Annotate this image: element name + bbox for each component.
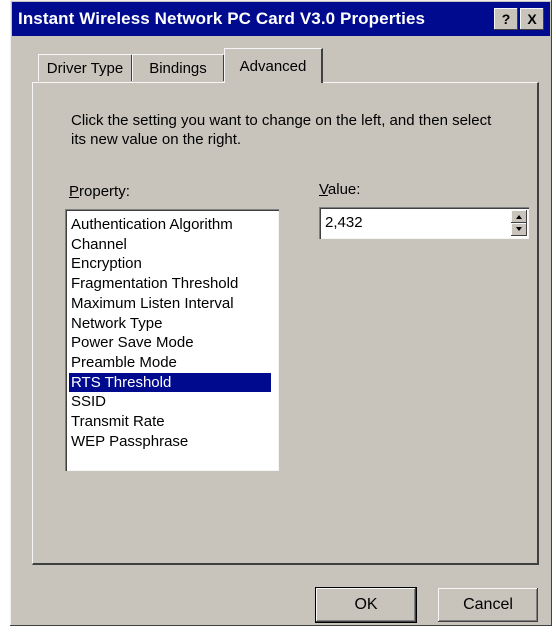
property-list-item[interactable]: Preamble Mode	[71, 353, 177, 372]
tab-bindings[interactable]: Bindings	[132, 54, 225, 81]
cancel-button[interactable]: Cancel	[438, 588, 538, 622]
help-button[interactable]: ?	[494, 8, 518, 30]
value-text: 2,432	[325, 214, 363, 231]
property-list-item[interactable]: WEP Passphrase	[71, 432, 188, 451]
tab-driver-type[interactable]: Driver Type	[38, 54, 133, 81]
property-label-rest: roperty:	[79, 183, 130, 200]
property-list-item[interactable]: Channel	[71, 235, 127, 254]
properties-dialog: Instant Wireless Network PC Card V3.0 Pr…	[10, 0, 552, 626]
value-label: Value:	[319, 181, 361, 198]
property-list-item[interactable]: Fragmentation Threshold	[71, 274, 238, 293]
arrow-down-icon	[516, 227, 522, 231]
close-button[interactable]: X	[520, 8, 544, 30]
property-label: Property:	[69, 183, 130, 200]
spin-up-button[interactable]	[511, 210, 527, 223]
value-spinner[interactable]	[511, 210, 527, 236]
property-listbox[interactable]: Authentication Algorithm Channel Encryptio…	[65, 209, 279, 471]
window-title: Instant Wireless Network PC Card V3.0 Pr…	[18, 9, 426, 28]
ok-button[interactable]: OK	[315, 587, 417, 623]
property-list-item[interactable]: Transmit Rate	[71, 412, 165, 431]
spin-down-button[interactable]	[511, 223, 527, 236]
property-list-item[interactable]: Encryption	[71, 254, 142, 273]
tab-advanced[interactable]: Advanced	[224, 48, 323, 83]
property-list-item[interactable]: Authentication Algorithm	[71, 215, 233, 234]
property-list-item[interactable]: Network Type	[71, 314, 162, 333]
value-label-rest: alue:	[327, 181, 361, 198]
property-list-item[interactable]: SSID	[71, 392, 106, 411]
property-list-item[interactable]: RTS Threshold	[69, 372, 271, 392]
title-bar[interactable]: Instant Wireless Network PC Card V3.0 Pr…	[12, 2, 550, 36]
property-list-item[interactable]: Maximum Listen Interval	[71, 294, 234, 313]
arrow-up-icon	[516, 215, 522, 219]
value-input[interactable]: 2,432	[319, 207, 529, 239]
property-list-item[interactable]: Power Save Mode	[71, 333, 194, 352]
instructions-text: Click the setting you want to change on …	[71, 112, 492, 148]
advanced-panel: Click the setting you want to change on …	[32, 82, 539, 565]
